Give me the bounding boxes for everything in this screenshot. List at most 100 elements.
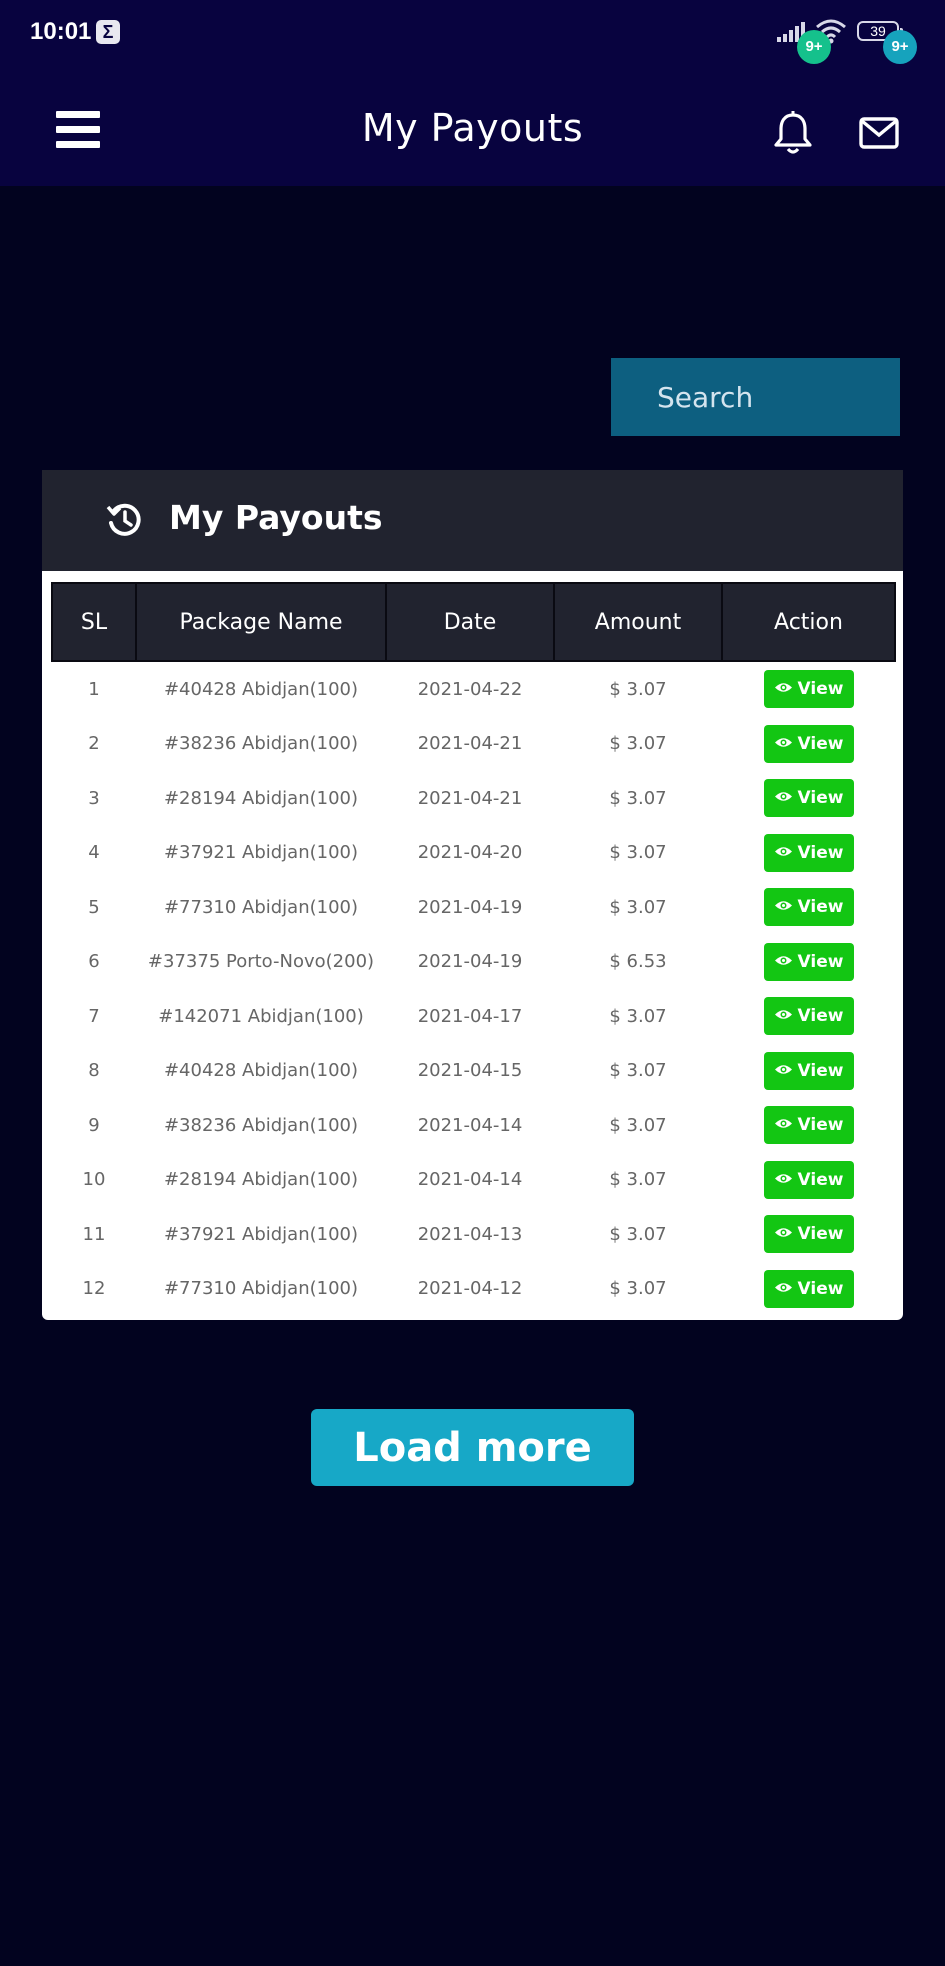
row-package-name: #77310 Abidjan(100) <box>163 1278 359 1300</box>
row-date: 2021-04-14 <box>417 1169 523 1191</box>
history-icon <box>106 503 141 536</box>
eye-icon <box>774 792 792 801</box>
row-date: 2021-04-13 <box>417 1223 523 1245</box>
row-sl: 12 <box>82 1278 106 1300</box>
notification-count-badge: 9+ <box>797 30 831 64</box>
column-header-sl[interactable]: SL <box>51 582 137 662</box>
status-time: 10:01 <box>30 18 92 45</box>
eye-icon <box>774 1119 792 1128</box>
view-button[interactable]: View <box>763 1051 854 1090</box>
view-button-label: View <box>797 951 844 972</box>
column-header-amount[interactable]: Amount <box>553 582 723 662</box>
card-title: My Payouts <box>169 498 383 537</box>
view-button[interactable]: View <box>763 779 854 818</box>
eye-icon <box>774 1174 792 1183</box>
row-amount: $ 3.07 <box>609 1005 667 1027</box>
view-button[interactable]: View <box>763 942 854 981</box>
column-header-action: Action <box>721 582 896 662</box>
payouts-table: SL Package Name Date Amount Action 1 #404… <box>51 582 896 1316</box>
eye-icon <box>774 738 792 747</box>
app-notification-icon: Σ <box>96 20 120 44</box>
view-button-label: View <box>797 897 844 918</box>
row-action: View <box>722 717 895 772</box>
row-package-name: #77310 Abidjan(100) <box>163 896 359 918</box>
view-button-label: View <box>797 842 844 863</box>
row-date: 2021-04-19 <box>417 896 523 918</box>
row-amount: $ 3.07 <box>609 787 667 809</box>
row-package-name: #28194 Abidjan(100) <box>163 1169 359 1191</box>
row-sl: 10 <box>82 1169 106 1191</box>
table-row: 1 #40428 Abidjan(100) 2021-04-22 $ 3.07 View <box>52 661 895 717</box>
column-header-date[interactable]: Date <box>385 582 555 662</box>
app-header: My Payouts <box>0 64 945 186</box>
card-header: My Payouts <box>42 470 903 571</box>
bell-icon[interactable] <box>772 110 814 156</box>
row-amount: $ 3.07 <box>609 1223 667 1245</box>
row-amount: $ 3.07 <box>609 678 667 700</box>
view-button[interactable]: View <box>763 1106 854 1145</box>
row-sl: 11 <box>82 1223 106 1245</box>
view-button[interactable]: View <box>763 670 854 709</box>
load-more-button[interactable]: Load more <box>311 1409 634 1486</box>
view-button[interactable]: View <box>763 724 854 763</box>
table-row: 9 #38236 Abidjan(100) 2021-04-14 $ 3.07 View <box>52 1098 895 1153</box>
message-count-badge: 9+ <box>883 30 917 64</box>
view-button[interactable]: View <box>763 1160 854 1199</box>
row-date: 2021-04-20 <box>417 842 523 864</box>
row-date: 2021-04-17 <box>417 1005 523 1027</box>
table-row: 12 #77310 Abidjan(100) 2021-04-12 $ 3.07 Vie… <box>52 1262 895 1317</box>
row-sl: 5 <box>88 896 100 918</box>
view-button-label: View <box>797 1278 844 1299</box>
row-amount: $ 3.07 <box>609 1169 667 1191</box>
view-button[interactable]: View <box>763 1269 854 1308</box>
row-action: View <box>722 661 895 717</box>
row-action: View <box>722 771 895 826</box>
eye-icon <box>774 1065 792 1074</box>
row-sl: 2 <box>88 733 100 755</box>
view-button[interactable]: View <box>763 1215 854 1254</box>
row-date: 2021-04-19 <box>417 951 523 973</box>
view-button-label: View <box>797 679 844 700</box>
row-action: View <box>722 826 895 881</box>
eye-icon <box>774 956 792 965</box>
row-amount: $ 3.07 <box>609 1060 667 1082</box>
row-action: View <box>722 1262 895 1317</box>
table-row: 4 #37921 Abidjan(100) 2021-04-20 $ 3.07 View <box>52 826 895 881</box>
view-button-label: View <box>797 1224 844 1245</box>
table-row: 2 #38236 Abidjan(100) 2021-04-21 $ 3.07 View <box>52 717 895 772</box>
search-input[interactable] <box>611 358 900 436</box>
column-header-package-name[interactable]: Package Name <box>135 582 387 662</box>
row-sl: 1 <box>88 678 100 700</box>
row-action: View <box>722 935 895 990</box>
view-button[interactable]: View <box>763 833 854 872</box>
row-date: 2021-04-15 <box>417 1060 523 1082</box>
row-package-name: #40428 Abidjan(100) <box>163 1060 359 1082</box>
row-date: 2021-04-12 <box>417 1278 523 1300</box>
payouts-card: My Payouts SL Package Name Date Amount A… <box>42 470 903 1320</box>
view-button[interactable]: View <box>763 888 854 927</box>
row-package-name: #38236 Abidjan(100) <box>163 1114 359 1136</box>
eye-icon <box>774 847 792 856</box>
view-button[interactable]: View <box>763 997 854 1036</box>
row-action: View <box>722 989 895 1044</box>
eye-icon <box>774 1228 792 1237</box>
table-row: 10 #28194 Abidjan(100) 2021-04-14 $ 3.07 Vie… <box>52 1153 895 1208</box>
row-package-name: #37921 Abidjan(100) <box>163 842 359 864</box>
table-row: 6 #37375 Porto-Novo(200) 2021-04-19 $ 6.53 V… <box>52 935 895 990</box>
row-date: 2021-04-22 <box>417 678 523 700</box>
table-row: 3 #28194 Abidjan(100) 2021-04-21 $ 3.07 View <box>52 771 895 826</box>
table-row: 7 #142071 Abidjan(100) 2021-04-17 $ 3.07 Vie… <box>52 989 895 1044</box>
eye-icon <box>774 1010 792 1019</box>
row-sl: 6 <box>88 951 100 973</box>
row-amount: $ 3.07 <box>609 842 667 864</box>
envelope-icon[interactable] <box>859 116 899 150</box>
view-button-label: View <box>797 1115 844 1136</box>
row-date: 2021-04-14 <box>417 1114 523 1136</box>
row-action: View <box>722 1098 895 1153</box>
row-amount: $ 3.07 <box>609 896 667 918</box>
row-package-name: #38236 Abidjan(100) <box>163 733 359 755</box>
view-button-label: View <box>797 1169 844 1190</box>
row-sl: 4 <box>88 842 100 864</box>
row-date: 2021-04-21 <box>417 733 523 755</box>
row-action: View <box>722 1044 895 1099</box>
